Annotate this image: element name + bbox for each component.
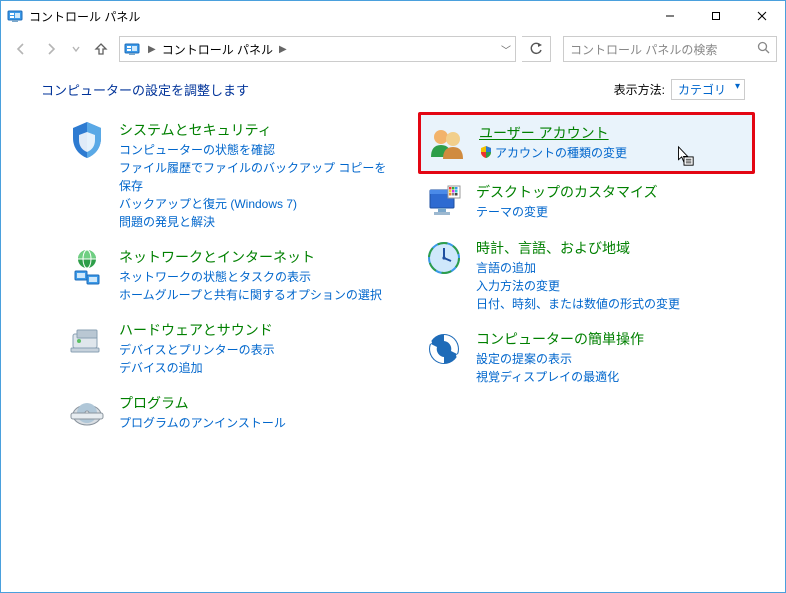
category-title-link[interactable]: 時計、言語、および地域 xyxy=(476,240,630,256)
ease-of-access-icon xyxy=(424,329,464,369)
category-sublink[interactable]: テーマの変更 xyxy=(476,203,658,221)
category-appearance: デスクトップのカスタマイズ テーマの変更 xyxy=(418,174,755,230)
category-sublink[interactable]: バックアップと復元 (Windows 7) xyxy=(119,195,392,213)
category-title-link[interactable]: システムとセキュリティ xyxy=(119,122,272,138)
content-area: コンピューターの設定を調整します 表示方法: カテゴリ システムとセキュリティ … xyxy=(1,71,785,592)
window-frame: コントロール パネル ▶ コントロール パネル ▶ ﹀ xyxy=(0,0,786,593)
users-icon xyxy=(427,123,467,163)
maximize-button[interactable] xyxy=(693,1,739,31)
search-icon[interactable] xyxy=(757,41,770,57)
chevron-right-icon[interactable]: ▶ xyxy=(275,44,291,55)
category-sublink[interactable]: 設定の提案の表示 xyxy=(476,350,644,368)
search-placeholder: コントロール パネルの検索 xyxy=(570,41,717,58)
printer-icon xyxy=(67,320,107,360)
shield-icon xyxy=(67,120,107,160)
category-title-link[interactable]: ネットワークとインターネット xyxy=(119,249,315,265)
category-column-right: ユーザー アカウント アカウントの種類の変更 xyxy=(418,112,755,441)
up-button[interactable] xyxy=(89,37,113,61)
search-box[interactable]: コントロール パネルの検索 xyxy=(563,36,777,62)
back-button[interactable] xyxy=(9,37,33,61)
category-title-link[interactable]: コンピューターの簡単操作 xyxy=(476,331,644,347)
address-dropdown-icon[interactable]: ﹀ xyxy=(501,42,511,57)
category-clock-language-region: 時計、言語、および地域 言語の追加 入力方法の変更 日付、時刻、または数値の形式… xyxy=(418,230,755,321)
category-system-security: システムとセキュリティ コンピューターの状態を確認 ファイル履歴でファイルのバッ… xyxy=(61,112,398,239)
globe-network-icon xyxy=(67,247,107,287)
category-hardware-sound: ハードウェアとサウンド デバイスとプリンターの表示 デバイスの追加 xyxy=(61,312,398,385)
control-panel-icon xyxy=(7,8,23,24)
view-by-label: 表示方法: xyxy=(614,81,665,98)
category-sublink[interactable]: ネットワークの状態とタスクの表示 xyxy=(119,268,382,286)
category-ease-of-access: コンピューターの簡単操作 設定の提案の表示 視覚ディスプレイの最適化 xyxy=(418,321,755,394)
category-sublink[interactable]: プログラムのアンインストール xyxy=(119,414,286,432)
window-title: コントロール パネル xyxy=(29,8,140,25)
navigation-bar: ▶ コントロール パネル ▶ ﹀ コントロール パネルの検索 xyxy=(1,31,785,67)
category-sublink[interactable]: デバイスの追加 xyxy=(119,359,275,377)
category-title-link[interactable]: ユーザー アカウント xyxy=(479,125,609,141)
minimize-button[interactable] xyxy=(647,1,693,31)
view-by-control: 表示方法: カテゴリ xyxy=(614,79,745,100)
category-sublink[interactable]: デバイスとプリンターの表示 xyxy=(119,341,275,359)
category-network-internet: ネットワークとインターネット ネットワークの状態とタスクの表示 ホームグループと… xyxy=(61,239,398,312)
page-heading: コンピューターの設定を調整します xyxy=(41,80,249,99)
control-panel-icon xyxy=(124,41,140,57)
category-sublink[interactable]: 入力方法の変更 xyxy=(476,277,680,295)
category-sublink[interactable]: 言語の追加 xyxy=(476,259,680,277)
recent-locations-dropdown[interactable] xyxy=(69,37,83,61)
category-programs: プログラム プログラムのアンインストール xyxy=(61,385,398,441)
refresh-button[interactable] xyxy=(522,36,551,62)
category-title-link[interactable]: デスクトップのカスタマイズ xyxy=(476,184,658,200)
address-bar[interactable]: ▶ コントロール パネル ▶ ﹀ xyxy=(119,36,516,62)
clock-globe-icon xyxy=(424,238,464,278)
breadcrumb-root[interactable]: コントロール パネル xyxy=(160,41,275,58)
category-sublink[interactable]: コンピューターの状態を確認 xyxy=(119,141,392,159)
category-sublink[interactable]: ホームグループと共有に関するオプションの選択 xyxy=(119,286,382,304)
chevron-right-icon[interactable]: ▶ xyxy=(144,44,160,55)
view-by-select[interactable]: カテゴリ xyxy=(671,79,745,100)
category-user-accounts[interactable]: ユーザー アカウント アカウントの種類の変更 xyxy=(418,112,755,174)
close-button[interactable] xyxy=(739,1,785,31)
category-title-link[interactable]: プログラム xyxy=(119,395,189,411)
titlebar: コントロール パネル xyxy=(1,1,785,31)
cursor-icon xyxy=(673,145,695,167)
disc-icon xyxy=(67,393,107,433)
category-sublink[interactable]: ファイル履歴でファイルのバックアップ コピーを保存 xyxy=(119,159,392,195)
category-sublink[interactable]: アカウントの種類の変更 xyxy=(479,144,627,162)
forward-button[interactable] xyxy=(39,37,63,61)
monitor-palette-icon xyxy=(424,182,464,222)
category-sublink[interactable]: 問題の発見と解決 xyxy=(119,213,392,231)
category-sublink[interactable]: 視覚ディスプレイの最適化 xyxy=(476,368,644,386)
category-title-link[interactable]: ハードウェアとサウンド xyxy=(119,322,273,338)
category-column-left: システムとセキュリティ コンピューターの状態を確認 ファイル履歴でファイルのバッ… xyxy=(61,112,398,441)
category-sublink[interactable]: 日付、時刻、または数値の形式の変更 xyxy=(476,295,680,313)
uac-shield-icon xyxy=(479,145,493,159)
